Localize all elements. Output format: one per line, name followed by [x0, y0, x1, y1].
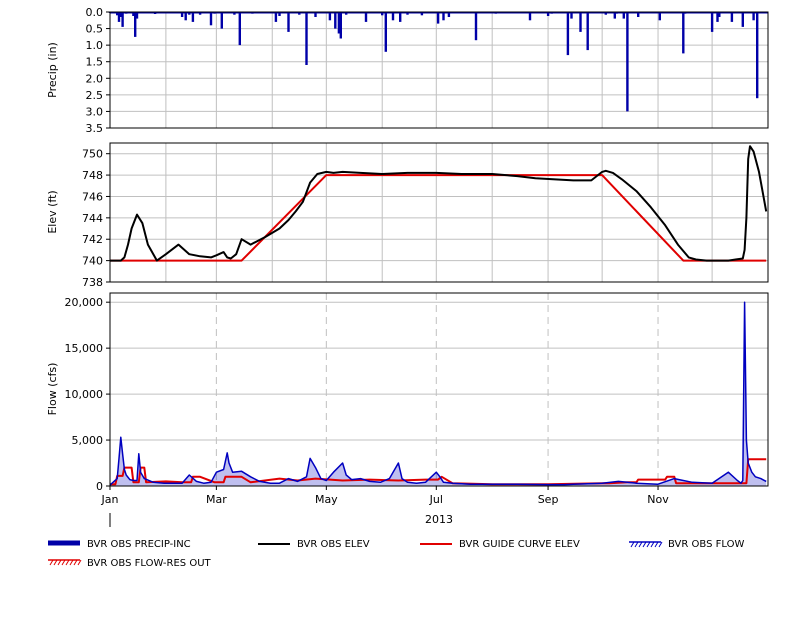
precip-bar — [287, 12, 290, 32]
precip-bar — [436, 12, 440, 24]
precip-bar — [682, 12, 685, 54]
y-tick-label: 740 — [82, 255, 103, 268]
x-tick-label: May — [315, 493, 338, 506]
legend-label-elev: BVR OBS ELEV — [297, 539, 370, 550]
y-tick-label: 744 — [82, 212, 103, 225]
x-tick-label: Jan — [101, 493, 119, 506]
precip-bar — [305, 12, 308, 65]
precip-bar — [579, 12, 582, 32]
y-tick-label: 0 — [96, 480, 103, 493]
chart-figure: 0.0 0.5 1.0 1.5 2.0 2.5 3.0 3.5 Precip (in) 738… — [46, 6, 769, 569]
y-tick-label: 20,000 — [65, 296, 104, 309]
y-tick-label: 750 — [82, 148, 103, 161]
precip-bar — [586, 12, 589, 51]
precip-bar — [384, 12, 387, 52]
x-tick-label: Nov — [647, 493, 669, 506]
flow-y-ticks: 0 5,000 10,000 15,000 20,000 — [65, 296, 110, 493]
precip-bar — [474, 12, 478, 41]
precip-y-axis-label: Precip (in) — [46, 42, 59, 98]
precip-plot-area — [110, 12, 768, 128]
y-tick-label: 0.0 — [86, 6, 104, 19]
precip-bar — [566, 12, 570, 56]
y-tick-label: 1.0 — [86, 39, 104, 52]
precip-bar — [741, 12, 744, 27]
legend-item-precip: BVR OBS PRECIP-INC — [48, 539, 191, 550]
legend-label-flow-res-out: BVR OBS FLOW-RES OUT — [87, 558, 212, 569]
flow-panel: 0 5,000 10,000 15,000 20,000 Flow (cfs) — [46, 292, 769, 493]
x-axis: 2013 Jan Mar May Jul Sep Nov — [101, 486, 669, 527]
x-axis-year-label: 2013 — [425, 513, 453, 526]
elev-panel: 738 740 742 744 746 748 750 Elev (ft) — [46, 142, 769, 289]
legend-item-flow: BVR OBS FLOW — [629, 539, 744, 550]
legend-swatch-flow-res-out — [48, 559, 82, 566]
precip-bar — [238, 12, 241, 46]
legend-item-guide: BVR GUIDE CURVE ELEV — [420, 539, 580, 550]
y-tick-label: 2.5 — [86, 89, 104, 102]
legend-item-flow-res-out: BVR OBS FLOW-RES OUT — [48, 558, 212, 569]
precip-bar — [121, 12, 124, 27]
x-tick-label: Sep — [538, 493, 559, 506]
y-tick-label: 10,000 — [65, 388, 104, 401]
y-tick-label: 1.5 — [86, 56, 104, 69]
y-tick-label: 2.0 — [86, 72, 104, 85]
legend-label-flow: BVR OBS FLOW — [668, 539, 744, 550]
precip-bar — [220, 12, 223, 29]
y-tick-label: 738 — [82, 276, 103, 289]
x-tick-label: Jul — [429, 493, 443, 506]
elev-y-ticks: 738 740 742 744 746 748 750 — [82, 148, 110, 289]
precip-bar — [626, 12, 629, 112]
y-tick-label: 15,000 — [65, 342, 104, 355]
legend-label-guide: BVR GUIDE CURVE ELEV — [459, 539, 580, 550]
precip-bar — [710, 12, 714, 32]
y-tick-label: 3.5 — [86, 122, 104, 135]
y-tick-label: 0.5 — [86, 23, 104, 36]
precip-y-ticks: 0.0 0.5 1.0 1.5 2.0 2.5 3.0 3.5 — [86, 6, 110, 135]
precip-bar — [209, 12, 213, 26]
y-tick-label: 748 — [82, 169, 103, 182]
y-tick-label: 746 — [82, 190, 103, 203]
x-tick-label: Mar — [206, 493, 227, 506]
elev-y-axis-label: Elev (ft) — [46, 190, 59, 233]
y-tick-label: 5,000 — [72, 434, 104, 447]
legend-swatch-flow — [629, 541, 663, 548]
precip-bar — [339, 12, 342, 39]
legend-item-elev: BVR OBS ELEV — [258, 539, 370, 550]
y-tick-label: 3.0 — [86, 105, 104, 118]
legend: BVR OBS PRECIP-INC BVR OBS ELEV BVR GUID… — [48, 539, 744, 569]
precip-bar — [756, 12, 759, 99]
legend-label-precip: BVR OBS PRECIP-INC — [87, 539, 191, 550]
y-tick-label: 742 — [82, 233, 103, 246]
flow-plot-area — [110, 293, 768, 486]
flow-y-axis-label: Flow (cfs) — [46, 363, 59, 416]
precip-panel: 0.0 0.5 1.0 1.5 2.0 2.5 3.0 3.5 Precip (in) — [46, 6, 769, 135]
precip-bar — [334, 12, 337, 29]
